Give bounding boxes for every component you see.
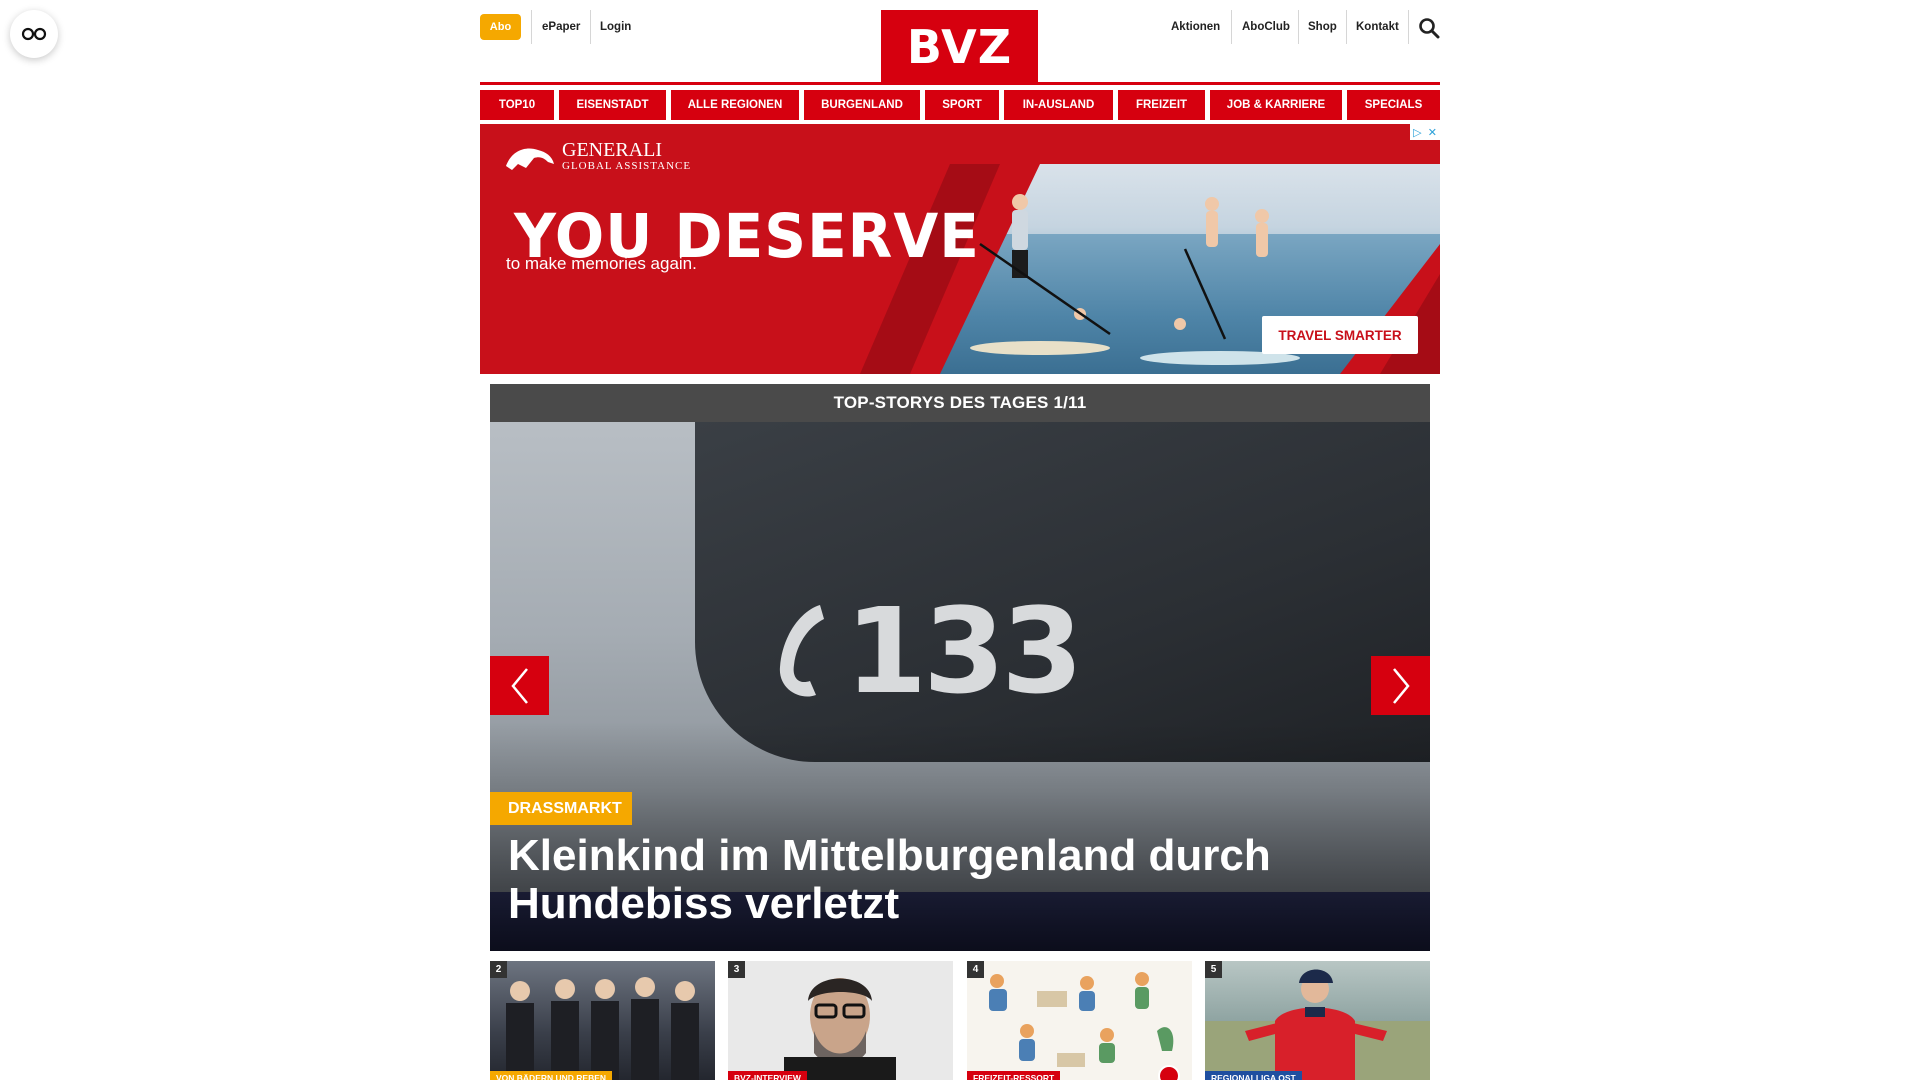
header-red-line xyxy=(480,82,1440,85)
login-link[interactable]: Login xyxy=(600,11,631,43)
abo-button[interactable]: Abo xyxy=(480,14,521,40)
thumb-image xyxy=(784,978,896,1080)
thumb-image xyxy=(506,977,699,1080)
thumb-category-tag: FREIZEIT-RESSORT xyxy=(967,1071,1061,1080)
top-stories-section: TOP-STORYS DES TAGES 1/11 133 DRASSMARKT… xyxy=(490,384,1430,1080)
thumb-image xyxy=(989,972,1174,1067)
close-icon[interactable]: ✕ xyxy=(1428,126,1437,139)
shop-link[interactable]: Shop xyxy=(1308,11,1337,43)
hero-headline[interactable]: Kleinkind im Mittelburgenland durch Hund… xyxy=(508,832,1388,928)
thumb-story-5[interactable]: 5 REGIONALLIGA OST xyxy=(1205,961,1430,1080)
chevron-right-icon xyxy=(1392,667,1410,704)
chevron-left-icon xyxy=(510,667,528,704)
aboclub-link[interactable]: AboClub xyxy=(1242,11,1290,43)
nav-item-specials[interactable]: SPECIALS xyxy=(1347,90,1440,120)
nav-item-alle-regionen[interactable]: ALLE REGIONEN xyxy=(671,90,799,120)
slider-next-button[interactable] xyxy=(1371,656,1430,715)
glasses-icon xyxy=(21,27,47,41)
ad-banner[interactable]: GENERALI GLOBAL ASSISTANCE YOU DESERVE t… xyxy=(480,124,1440,374)
ad-choices-icon[interactable]: ▷ xyxy=(1413,126,1421,139)
top-stories-title: TOP-STORYS DES TAGES 1/11 xyxy=(490,384,1430,422)
nav-item-freizeit[interactable]: FREIZEIT xyxy=(1118,90,1205,120)
header-divider xyxy=(1346,10,1347,44)
header-divider xyxy=(531,10,532,44)
thumb-number: 2 xyxy=(490,961,507,978)
header-divider xyxy=(1408,10,1409,44)
kontakt-link[interactable]: Kontakt xyxy=(1356,11,1399,43)
thumb-number: 5 xyxy=(1205,961,1222,978)
ad-cta-button[interactable]: TRAVEL SMARTER xyxy=(1262,316,1418,354)
hero-story[interactable]: 133 DRASSMARKT Kleinkind im Mittelburgen… xyxy=(490,422,1430,951)
thumb-story-3[interactable]: 3 BVZ-INTERVIEW xyxy=(728,961,953,1080)
slider-prev-button[interactable] xyxy=(490,656,549,715)
thumb-category-tag: BVZ-INTERVIEW xyxy=(728,1071,807,1080)
header-divider xyxy=(1231,10,1232,44)
ad-subline: to make memories again. xyxy=(506,254,697,273)
thumb-image xyxy=(1205,969,1430,1080)
nav-item-burgenland[interactable]: BURGENLAND xyxy=(804,90,920,120)
aktionen-link[interactable]: Aktionen xyxy=(1171,11,1220,43)
main-navigation: TOP10 EISENSTADT ALLE REGIONEN BURGENLAN… xyxy=(480,90,1440,120)
ad-brand-name: GENERALI xyxy=(562,139,662,161)
thumb-category-tag: REGIONALLIGA OST xyxy=(1205,1071,1302,1080)
hero-category-tag[interactable]: DRASSMARKT xyxy=(490,792,632,825)
thumb-story-4[interactable]: 4 FREIZEIT-RESSORT xyxy=(967,961,1192,1080)
hero-image-number: 133 xyxy=(845,582,1083,720)
search-icon[interactable] xyxy=(1418,17,1440,39)
header-divider xyxy=(590,10,591,44)
reader-mode-button[interactable] xyxy=(10,10,58,58)
nav-item-sport[interactable]: SPORT xyxy=(925,90,999,120)
nav-item-in-ausland[interactable]: IN-AUSLAND xyxy=(1004,90,1113,120)
plus-badge-icon xyxy=(1158,1065,1180,1080)
thumb-story-2[interactable]: 2 VON BÄDERN UND REBEN xyxy=(490,961,715,1080)
nav-item-eisenstadt[interactable]: EISENSTADT xyxy=(559,90,666,120)
ad-brand-subtitle: GLOBAL ASSISTANCE xyxy=(562,160,692,172)
site-header: Abo ePaper Login BVZ Aktionen AboClub Sh… xyxy=(480,0,1440,85)
page-container: Abo ePaper Login BVZ Aktionen AboClub Sh… xyxy=(480,0,1440,1080)
thumb-category-tag: VON BÄDERN UND REBEN xyxy=(490,1071,613,1080)
thumb-number: 4 xyxy=(967,961,984,978)
nav-item-job-karriere[interactable]: JOB & KARRIERE xyxy=(1210,90,1342,120)
generali-lion-logo-icon xyxy=(506,148,554,170)
header-divider xyxy=(1298,10,1299,44)
thumb-number: 3 xyxy=(728,961,745,978)
ad-choices[interactable]: ▷ ✕ xyxy=(1410,124,1440,140)
epaper-link[interactable]: ePaper xyxy=(542,11,580,43)
story-thumbnails: 2 VON BÄDERN UND REBEN 3 BVZ-INTERVIEW 4… xyxy=(490,961,1430,1080)
nav-item-top10[interactable]: TOP10 xyxy=(480,90,554,120)
site-logo[interactable]: BVZ xyxy=(881,10,1038,83)
